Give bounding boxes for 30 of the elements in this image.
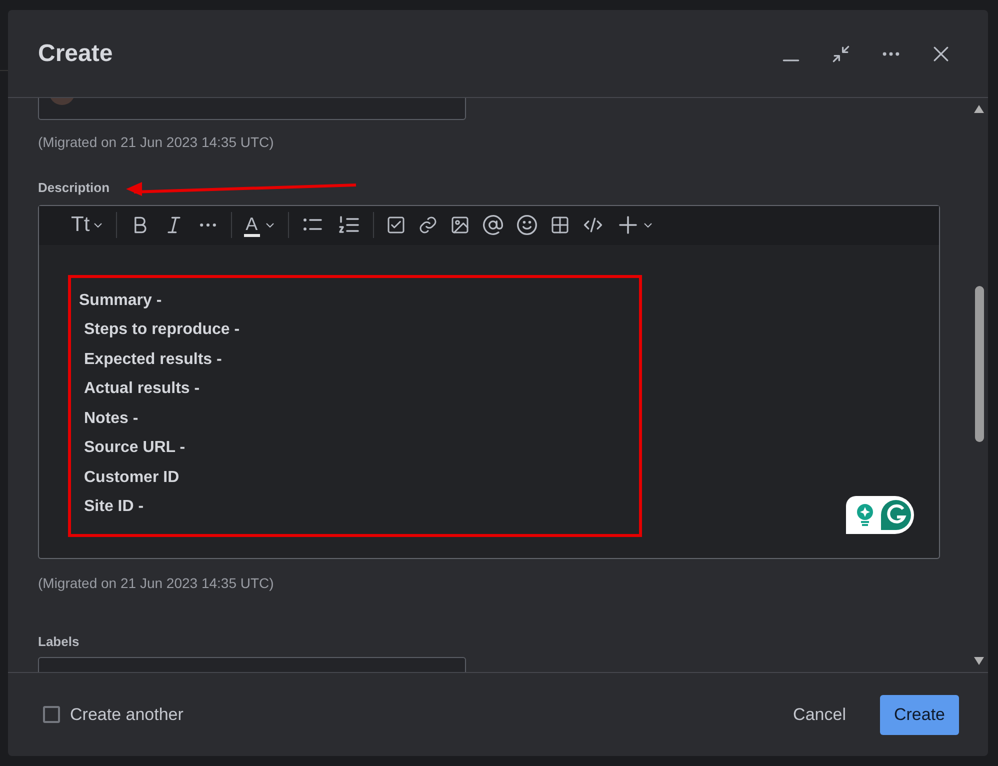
- field-label: Labels: [38, 632, 80, 650]
- description-line: Site ID -: [83, 497, 145, 517]
- description-line: Actual results -: [83, 379, 201, 399]
- smiley-icon[interactable]: [516, 214, 538, 236]
- text-style-button[interactable]: Tt: [71, 209, 104, 241]
- font-color-button[interactable]: A: [244, 214, 276, 236]
- description-editor[interactable]: Tt A Summary - Steps to reproduce - Expected results - Actual results - Notes - Source URL - Customer ID Site ID -: [38, 204, 940, 558]
- create-another-checkbox[interactable]: Create another: [43, 702, 780, 728]
- migration-note: (Migrated on 21 Jun 2023 14:35 UTC): [38, 133, 275, 152]
- link-icon[interactable]: [418, 215, 438, 235]
- at-sign-icon[interactable]: [482, 214, 504, 236]
- scroll-up-icon[interactable]: [973, 104, 985, 114]
- image-icon[interactable]: [450, 215, 470, 235]
- migration-note: (Migrated on 21 Jun 2023 14:35 UTC): [38, 574, 275, 593]
- checkbox-icon[interactable]: [386, 215, 406, 235]
- field-label: Description: [38, 179, 110, 197]
- create-button[interactable]: Create: [880, 694, 959, 734]
- checkbox[interactable]: [43, 706, 60, 723]
- table-icon[interactable]: [550, 215, 570, 235]
- description-line: Summary -: [78, 290, 163, 310]
- description-line: Notes -: [83, 408, 140, 428]
- dialog-title: Create: [38, 38, 114, 68]
- cancel-button[interactable]: Cancel: [779, 694, 860, 734]
- grammarly-badge-icon[interactable]: [846, 496, 914, 534]
- description-line: Source URL -: [83, 438, 186, 458]
- description-line: Customer ID: [83, 468, 180, 488]
- description-line: Expected results -: [83, 350, 223, 370]
- scrollbar-thumb[interactable]: [974, 286, 984, 442]
- scroll-down-icon[interactable]: [973, 656, 985, 666]
- description-line: Steps to reproduce -: [83, 320, 241, 340]
